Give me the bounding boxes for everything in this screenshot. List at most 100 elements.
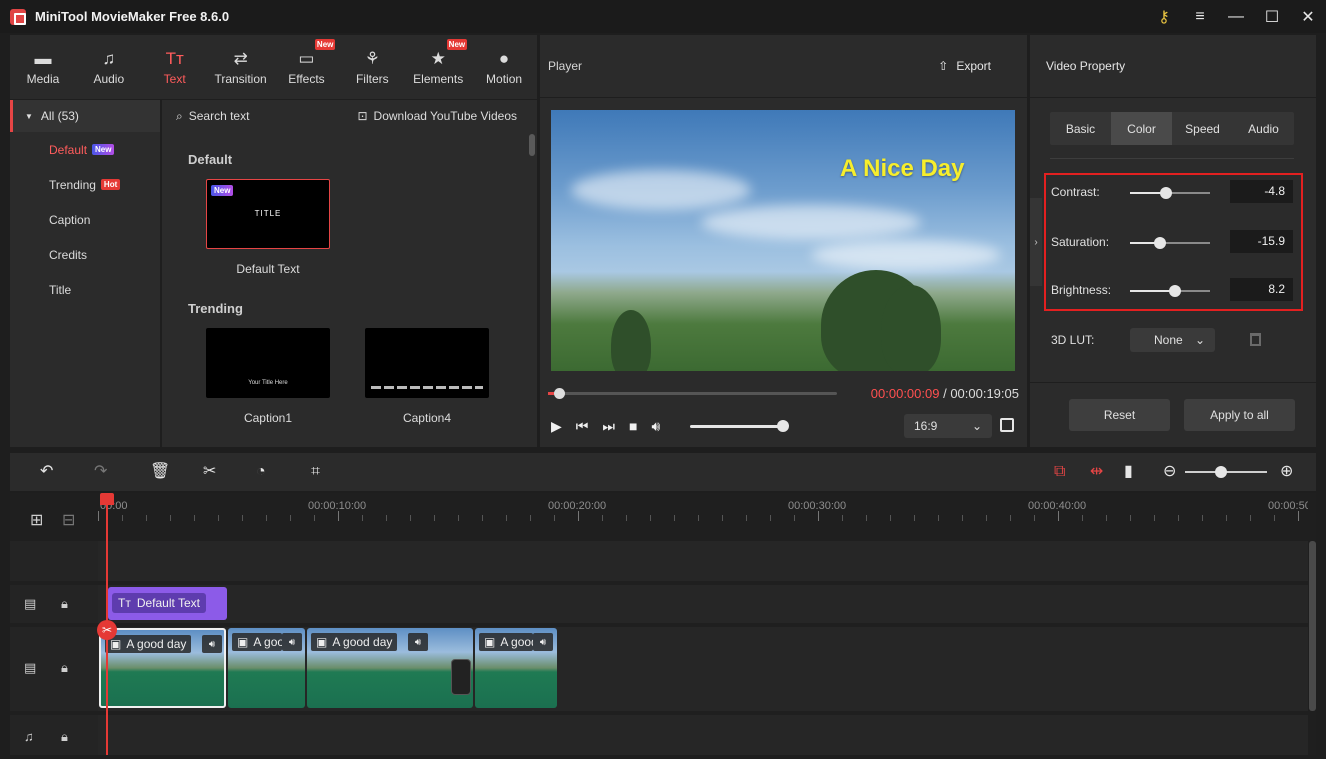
minimize-icon[interactable]: — (1218, 0, 1254, 33)
export-button[interactable]: ⇧ Export (938, 59, 991, 73)
slider-handle[interactable] (1160, 187, 1172, 199)
undo-icon[interactable]: ↶ (40, 463, 53, 481)
video-clip[interactable]: ▣ A good day 🔊︎ (228, 628, 305, 708)
tab-filters[interactable]: ⚘ Filters (339, 35, 405, 99)
video-clip[interactable]: ▣ A good day 🔊︎ (99, 628, 226, 708)
clip-volume-icon[interactable]: 🔊︎ (533, 633, 553, 651)
tab-audio-property[interactable]: Audio (1233, 112, 1294, 145)
redo-icon[interactable]: ↷ (94, 463, 107, 481)
tab-effects[interactable]: New ▭ Effects (274, 35, 340, 99)
tab-transition[interactable]: ⇄ Transition (208, 35, 274, 99)
seek-bar[interactable] (551, 392, 837, 395)
zoom-handle[interactable] (1215, 466, 1227, 478)
tab-media[interactable]: ▬ Media (10, 35, 76, 99)
fullscreen-icon[interactable] (1000, 418, 1014, 432)
time-ruler[interactable]: 00:00 00:00:10:00 00:00:20:00 00:00:30:0… (98, 493, 1308, 533)
volume-slider[interactable] (690, 425, 784, 428)
key-icon[interactable]: ⚷ (1146, 0, 1182, 33)
tab-elements[interactable]: New ★ Elements (405, 35, 471, 99)
tab-speed[interactable]: Speed (1172, 112, 1233, 145)
delete-icon[interactable]: 🗑︎ (150, 463, 170, 481)
sidebar-item-label: Title (49, 282, 72, 297)
trash-icon[interactable] (1250, 333, 1261, 346)
contrast-value[interactable]: -4.8 (1230, 180, 1293, 203)
close-icon[interactable]: ✕ (1290, 0, 1326, 33)
sidebar-item-title[interactable]: Title (10, 272, 160, 307)
sidebar-item-trending[interactable]: Trending Hot (10, 167, 160, 202)
split-icon[interactable]: ✂ (203, 463, 216, 481)
window-controls: ⚷ ≡ — ☐ ✕ (1146, 0, 1326, 33)
ruler-tick (386, 515, 387, 521)
contrast-slider[interactable] (1130, 187, 1210, 199)
ruler-tick (506, 515, 507, 521)
video-preview[interactable]: A Nice Day (551, 110, 1015, 371)
tab-audio[interactable]: ♫ Audio (76, 35, 142, 99)
tab-color[interactable]: Color (1111, 112, 1172, 145)
next-frame-icon[interactable]: ⏭ (602, 418, 615, 435)
timeline-scrollbar[interactable] (1309, 541, 1316, 711)
brightness-slider[interactable] (1130, 285, 1210, 297)
sidebar-item-all[interactable]: ▼ All (53) (10, 100, 160, 132)
play-icon[interactable]: ▶ (551, 418, 562, 435)
download-youtube-button[interactable]: ⊡ Download YouTube Videos (357, 109, 517, 123)
ruler-tick (770, 515, 771, 521)
chevron-down-icon: ⌄ (1194, 333, 1205, 347)
prev-frame-icon[interactable]: ⏮ (576, 418, 589, 435)
collapse-arrow-icon[interactable]: › (1030, 198, 1042, 286)
speed-icon[interactable]: ◔ (256, 463, 266, 481)
sidebar-item-caption[interactable]: Caption (10, 202, 160, 237)
sidebar-item-default[interactable]: Default New (10, 132, 160, 167)
brightness-value[interactable]: 8.2 (1230, 278, 1293, 301)
video-clip[interactable]: ▣ A good day 🔊︎ (307, 628, 473, 708)
aspect-ratio-select[interactable]: 16:9 ⌄ (904, 414, 992, 438)
search-input[interactable]: ⌕ Search text (176, 109, 249, 124)
apply-to-all-button[interactable]: Apply to all (1184, 399, 1295, 431)
clip-volume-icon[interactable]: 🔊︎ (202, 635, 222, 653)
tab-motion[interactable]: ● Motion (471, 35, 537, 99)
lock-icon[interactable]: 🔒︎ (61, 660, 68, 676)
text-clip[interactable]: Tт Default Text (108, 587, 227, 620)
library-scrollbar[interactable] (529, 134, 535, 156)
stop-icon[interactable]: ■ (629, 418, 637, 434)
tree-shape (611, 310, 651, 371)
sidebar-item-credits[interactable]: Credits (10, 237, 160, 272)
menu-icon[interactable]: ≡ (1182, 0, 1218, 33)
reset-button[interactable]: Reset (1069, 399, 1170, 431)
tab-label: Media (26, 72, 60, 86)
maximize-icon[interactable]: ☐ (1254, 0, 1290, 33)
clip-volume-icon[interactable]: 🔊︎ (282, 633, 302, 651)
lut-select[interactable]: None ⌄ (1130, 328, 1215, 352)
template-thumb-caption1[interactable]: Your Title Here (206, 328, 330, 398)
ruler-tick (290, 515, 291, 521)
slider-handle[interactable] (1168, 285, 1181, 297)
add-track-icon[interactable]: ⊞ (30, 510, 43, 530)
ruler-tick (578, 511, 579, 521)
template-thumb-caption4[interactable] (365, 328, 489, 398)
crop-icon[interactable]: ⌗ (311, 463, 320, 481)
scissors-icon[interactable]: ✂ (97, 620, 117, 640)
lock-icon[interactable]: 🔒︎ (61, 729, 68, 745)
tab-label: Audio (93, 72, 125, 86)
filters-icon: ⚘ (364, 49, 380, 68)
brightness-row: Brightness: (1051, 283, 1131, 297)
seek-handle[interactable] (554, 388, 565, 399)
tab-basic[interactable]: Basic (1050, 112, 1111, 145)
tab-text[interactable]: Tт Text (142, 35, 208, 99)
volume-handle[interactable] (777, 420, 789, 432)
audio-track-icon[interactable]: ▮ (1124, 463, 1133, 481)
template-thumb-default-text[interactable]: New TITLE (206, 179, 330, 249)
chevron-down-icon: ⌄ (971, 419, 982, 433)
media-toolbar: ▬ Media ♫ Audio Tт Text ⇄ Transition New… (10, 35, 537, 99)
remove-track-icon[interactable]: ⊟ (62, 510, 75, 530)
volume-icon[interactable]: 🔊︎ (651, 418, 660, 435)
zoom-in-icon[interactable]: ⊕ (1280, 463, 1293, 481)
clip-volume-icon[interactable]: 🔊︎ (408, 633, 428, 651)
saturation-slider[interactable] (1130, 237, 1210, 249)
snap-icon[interactable]: ⧉ (1054, 463, 1065, 481)
video-clip[interactable]: ▣ A good day 🔊︎ (475, 628, 557, 708)
split-marker-icon[interactable]: ⇹ (1090, 463, 1103, 481)
ruler-tick (602, 515, 603, 521)
lock-icon[interactable]: 🔒︎ (61, 596, 68, 612)
saturation-value[interactable]: -15.9 (1230, 230, 1293, 253)
zoom-out-icon[interactable]: ⊖ (1163, 463, 1176, 481)
